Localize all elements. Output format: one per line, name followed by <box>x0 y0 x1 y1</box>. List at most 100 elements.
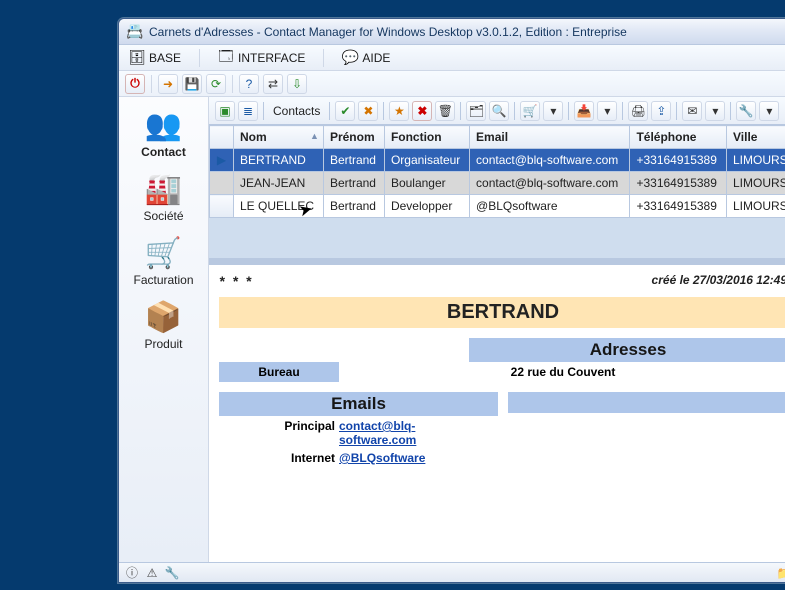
rating-stars: * * * <box>219 273 253 289</box>
print-icon[interactable]: 🖨 <box>628 101 648 121</box>
cell-email[interactable]: contact@blq-software.com <box>470 149 630 172</box>
menu-aide-label: AIDE <box>362 51 390 65</box>
sort-asc-icon: ▲ <box>310 131 319 141</box>
cell-ville[interactable]: LIMOURS <box>727 195 785 218</box>
info-icon[interactable]: ⓘ <box>125 566 139 580</box>
database-icon: 🗄 <box>129 50 145 66</box>
menu-separator <box>323 49 324 67</box>
more1-icon[interactable]: ▾ <box>543 101 563 121</box>
cart-icon: 🛒 <box>145 239 182 269</box>
package-icon: 📦 <box>145 303 182 333</box>
detail-pane: * * * créé le 27/03/2016 12:49 BERTRAND … <box>209 265 785 562</box>
power-icon[interactable]: ⏻ <box>125 74 145 94</box>
menu-interface[interactable]: 🗔 INTERFACE <box>214 48 309 68</box>
tool-icon[interactable]: 🔧 <box>736 101 756 121</box>
tree-icon[interactable]: ≣ <box>238 101 258 121</box>
sidebar-item-produit[interactable]: 📦Produit <box>119 297 208 361</box>
table-row[interactable]: ▶BERTRANDBertrandOrganisateurcontact@blq… <box>210 149 785 172</box>
toolbar-separator <box>568 102 569 120</box>
menu-aide[interactable]: 💬 AIDE <box>338 48 394 68</box>
sidebar-item-label: Société <box>143 209 183 223</box>
client-area: 👥Contact🏭Société🛒Facturation📦Produit ▣≣C… <box>119 97 785 562</box>
cell-prenom[interactable]: Bertrand <box>323 172 384 195</box>
more4-icon[interactable]: ▾ <box>759 101 779 121</box>
trash-icon[interactable]: 🗑 <box>435 101 455 121</box>
toolbar-separator <box>514 102 515 120</box>
more3-icon[interactable]: ▾ <box>705 101 725 121</box>
star-icon[interactable]: ★ <box>389 101 409 121</box>
folder-icon[interactable]: 📁 <box>777 566 785 580</box>
cell-nom[interactable]: JEAN-JEAN <box>234 172 324 195</box>
cell-fonction[interactable]: Boulanger <box>384 172 469 195</box>
cell-prenom[interactable]: Bertrand <box>323 149 384 172</box>
delete-icon[interactable]: ✖ <box>412 101 432 121</box>
grid-header-prenom[interactable]: Prénom <box>323 126 384 149</box>
cell-telephone[interactable]: +33164915389 <box>630 172 727 195</box>
wrench-icon[interactable]: 🔧 <box>165 566 179 580</box>
grid-header-ville[interactable]: Ville <box>727 126 785 149</box>
export-icon[interactable]: ⇪ <box>651 101 671 121</box>
cell-email[interactable]: contact@blq-software.com <box>470 172 630 195</box>
app-window: 📇 Carnets d'Adresses - Contact Manager f… <box>118 18 785 583</box>
email-link[interactable]: @BLQsoftware <box>339 450 488 466</box>
help-icon: 💬 <box>342 50 358 66</box>
more2-icon[interactable]: ▾ <box>597 101 617 121</box>
table-row[interactable]: JEAN-JEANBertrandBoulangercontact@blq-so… <box>210 172 785 195</box>
sidebar-item-facturation[interactable]: 🛒Facturation <box>119 233 208 297</box>
sync-icon[interactable]: ⇄ <box>263 74 283 94</box>
cell-telephone[interactable]: +33164915389 <box>630 149 727 172</box>
inbox-icon[interactable]: 📥 <box>574 101 594 121</box>
section-emails-title: Emails <box>219 392 498 416</box>
menu-base[interactable]: 🗄 BASE <box>125 48 185 68</box>
section-addresses-title: Adresses <box>469 338 785 362</box>
email-row: Internet@BLQsoftware <box>219 448 498 466</box>
toolbar-separator <box>460 102 461 120</box>
address-book-icon: 📇 <box>127 24 143 40</box>
save-icon[interactable]: 💾 <box>182 74 202 94</box>
grid-header-fonction[interactable]: Fonction <box>384 126 469 149</box>
row-indicator: ▶ <box>210 149 234 172</box>
table-row[interactable]: LE QUELLECBertrandDevelopper@BLQsoftware… <box>210 195 785 218</box>
login-icon[interactable]: ➜ <box>158 74 178 94</box>
cell-ville[interactable]: LIMOURS <box>727 149 785 172</box>
secondary-toolbar: ▣≣Contacts✔✖★✖🗑🗂🔍🛒▾📥▾🖨⇪✉▾🔧▾ <box>209 97 785 125</box>
card-icon[interactable]: 🗂 <box>466 101 486 121</box>
cell-ville[interactable]: LIMOURS <box>727 172 785 195</box>
email-label: Principal <box>229 418 339 448</box>
refresh-icon[interactable]: ⟳ <box>206 74 226 94</box>
window-icon: 🗔 <box>218 50 234 66</box>
menu-interface-label: INTERFACE <box>238 51 305 65</box>
cell-fonction[interactable]: Organisateur <box>384 149 469 172</box>
sidebar-item-contact[interactable]: 👥Contact <box>119 105 208 169</box>
grid-header-telephone[interactable]: Téléphone <box>630 126 727 149</box>
warn-icon[interactable]: ⚠ <box>145 566 159 580</box>
check-icon[interactable]: ✔ <box>335 101 355 121</box>
find-icon[interactable]: 🔍 <box>489 101 509 121</box>
address-value: 22 rue du Couvent <box>339 362 785 382</box>
menu-separator <box>199 49 200 67</box>
toolbar-separator <box>232 75 233 93</box>
grid-header-email[interactable]: Email <box>470 126 630 149</box>
grid-header-nom[interactable]: Nom▲ <box>234 126 324 149</box>
cell-email[interactable]: @BLQsoftware <box>470 195 630 218</box>
cell-fonction[interactable]: Developper <box>384 195 469 218</box>
cell-prenom[interactable]: Bertrand <box>323 195 384 218</box>
cart2-icon[interactable]: 🛒 <box>520 101 540 121</box>
cell-telephone[interactable]: +33164915389 <box>630 195 727 218</box>
section-other-title <box>508 392 785 413</box>
contacts-grid[interactable]: Nom▲PrénomFonctionEmailTéléphoneVille ▶B… <box>209 125 785 259</box>
menu-base-label: BASE <box>149 51 181 65</box>
email-link[interactable]: contact@blq-software.com <box>339 418 488 448</box>
help2-icon[interactable]: ? <box>239 74 259 94</box>
cell-nom[interactable]: LE QUELLEC <box>234 195 324 218</box>
download-icon[interactable]: ⇩ <box>287 74 307 94</box>
row-indicator <box>210 195 234 218</box>
sidebar: 👥Contact🏭Société🛒Facturation📦Produit <box>119 97 209 562</box>
address-type-label: Bureau <box>219 362 339 382</box>
mail-icon[interactable]: ✉ <box>682 101 702 121</box>
cell-nom[interactable]: BERTRAND <box>234 149 324 172</box>
collapse-icon[interactable]: ▣ <box>215 101 235 121</box>
row-indicator <box>210 172 234 195</box>
uncheck-icon[interactable]: ✖ <box>358 101 378 121</box>
sidebar-item-societe[interactable]: 🏭Société <box>119 169 208 233</box>
